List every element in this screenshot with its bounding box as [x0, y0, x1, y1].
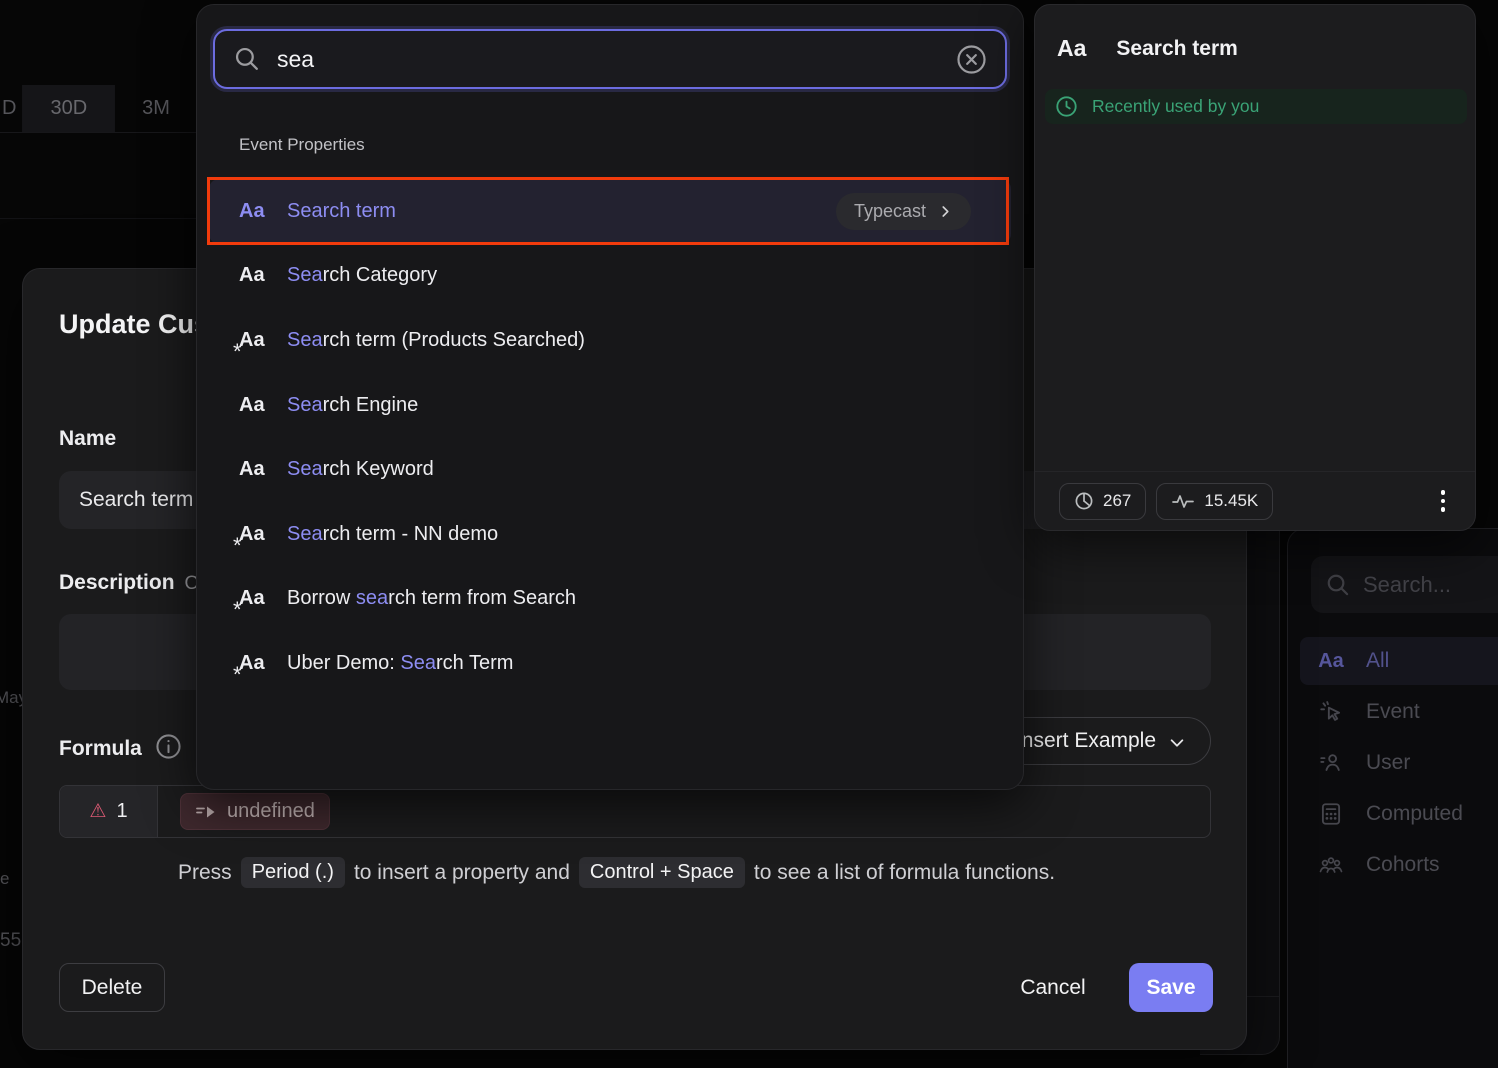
property-name: Search term: [287, 200, 396, 223]
property-name: Borrow search term from Search: [287, 587, 576, 610]
property-search-input[interactable]: [277, 46, 939, 73]
custom-property-star-icon: *: [233, 662, 242, 688]
sidebar-search-field[interactable]: [1311, 556, 1498, 613]
property-list-item[interactable]: Aa * Uber Demo: Search Term: [209, 631, 1011, 696]
formula-field: ⚠ 1 undefined: [59, 785, 1211, 838]
cohorts-icon: [1318, 852, 1344, 878]
text-type-icon: Aa *: [239, 652, 273, 675]
search-icon: [233, 45, 261, 73]
formula-label: Formula: [59, 737, 142, 761]
undefined-property-chip[interactable]: undefined: [180, 793, 330, 830]
chevron-right-icon: [938, 204, 953, 219]
custom-property-star-icon: *: [233, 533, 242, 559]
key-chip-control-space: Control + Space: [579, 857, 745, 888]
search-icon: [1325, 572, 1351, 598]
app-screen: D30D3M May e 55 Aa All Event User Comput…: [0, 0, 1498, 1068]
time-range-option[interactable]: 3M: [115, 85, 198, 132]
custom-property-star-icon: *: [233, 597, 242, 623]
time-range-option[interactable]: D: [0, 85, 23, 132]
text-type-icon: Aa *: [239, 200, 273, 223]
custom-property-star-icon: *: [233, 339, 242, 365]
error-count: 1: [116, 800, 127, 823]
typecast-property-icon: [195, 803, 217, 821]
more-options-button[interactable]: [1435, 484, 1452, 518]
chevron-down-icon: [1168, 734, 1186, 752]
property-detail-panel: Aa Search term Recently used by you 267 …: [1034, 4, 1476, 531]
event-cursor-icon: [1318, 699, 1344, 725]
property-list-item[interactable]: Aa * Search term Typecast: [209, 179, 1011, 244]
property-name: Search Keyword: [287, 458, 434, 481]
property-search-dropdown: Event Properties Aa * Search term Typeca…: [196, 4, 1024, 790]
clock-icon: [1055, 95, 1078, 118]
typecast-button[interactable]: Typecast: [836, 193, 971, 230]
insert-example-button[interactable]: Insert Example: [991, 717, 1211, 765]
calculator-icon: [1318, 801, 1344, 827]
text-type-icon: Aa *: [239, 329, 273, 352]
property-detail-footer: 267 15.45K: [1035, 471, 1475, 530]
property-list-item[interactable]: Aa * Search term (Products Searched): [209, 308, 1011, 373]
sidebar-item-cohorts[interactable]: Cohorts: [1300, 841, 1498, 889]
text-type-icon: Aa *: [239, 523, 273, 546]
formula-error-badge: ⚠ 1: [60, 786, 158, 837]
property-name: Search term - NN demo: [287, 523, 498, 546]
property-stat-pill[interactable]: 267: [1059, 483, 1146, 520]
formula-help-text: Press Period (.) to insert a property an…: [178, 857, 1055, 888]
properties-sidebar: Aa All Event User Computed Cohorts: [1287, 528, 1498, 1068]
property-list-item[interactable]: Aa * Borrow search term from Search: [209, 567, 1011, 632]
text-type-icon: Aa *: [239, 394, 273, 417]
property-name: Search term (Products Searched): [287, 329, 585, 352]
sidebar-item-event[interactable]: Event: [1300, 688, 1498, 736]
warning-icon: ⚠: [89, 800, 106, 823]
text-type-icon: Aa *: [239, 458, 273, 481]
property-stat-pill[interactable]: 15.45K: [1156, 483, 1273, 520]
info-icon[interactable]: [155, 733, 182, 760]
text-type-icon: Aa *: [239, 587, 273, 610]
text-type-icon: Aa: [1318, 650, 1344, 673]
clear-search-button[interactable]: [955, 43, 987, 75]
property-search-field[interactable]: [213, 29, 1007, 89]
property-list-item[interactable]: Aa * Search Category: [209, 244, 1011, 309]
sidebar-item-all[interactable]: Aa All: [1300, 637, 1498, 685]
property-list-item[interactable]: Aa * Search term - NN demo: [209, 502, 1011, 567]
formula-editor[interactable]: undefined: [158, 786, 1210, 837]
text-type-icon: Aa *: [239, 264, 273, 287]
text-type-icon: Aa: [1057, 35, 1086, 62]
chart-axis-fragment: 55: [0, 930, 21, 952]
sidebar-item-computed[interactable]: Computed: [1300, 790, 1498, 838]
chart-axis-fragment: e: [0, 869, 9, 889]
property-list-item[interactable]: Aa * Search Keyword: [209, 437, 1011, 502]
user-icon: [1318, 750, 1344, 776]
sidebar-item-user[interactable]: User: [1300, 739, 1498, 787]
delete-button[interactable]: Delete: [59, 963, 165, 1012]
name-label: Name: [59, 427, 116, 451]
property-name: Search Engine: [287, 394, 418, 417]
cancel-button[interactable]: Cancel: [1008, 963, 1098, 1012]
sidebar-search-input[interactable]: [1363, 572, 1483, 598]
save-button[interactable]: Save: [1129, 963, 1213, 1012]
pie-chart-icon: [1074, 491, 1094, 511]
property-name: Uber Demo: Search Term: [287, 652, 513, 675]
property-list-item[interactable]: Aa * Search Engine: [209, 373, 1011, 438]
section-header: Event Properties: [239, 135, 365, 155]
key-chip-period: Period (.): [241, 857, 345, 888]
activity-icon: [1171, 492, 1195, 510]
recently-used-badge: Recently used by you: [1045, 89, 1467, 124]
property-detail-header: Aa Search term: [1057, 35, 1238, 62]
property-name: Search Category: [287, 264, 437, 287]
time-range-option[interactable]: 30D: [23, 85, 115, 132]
property-title: Search term: [1116, 37, 1237, 61]
